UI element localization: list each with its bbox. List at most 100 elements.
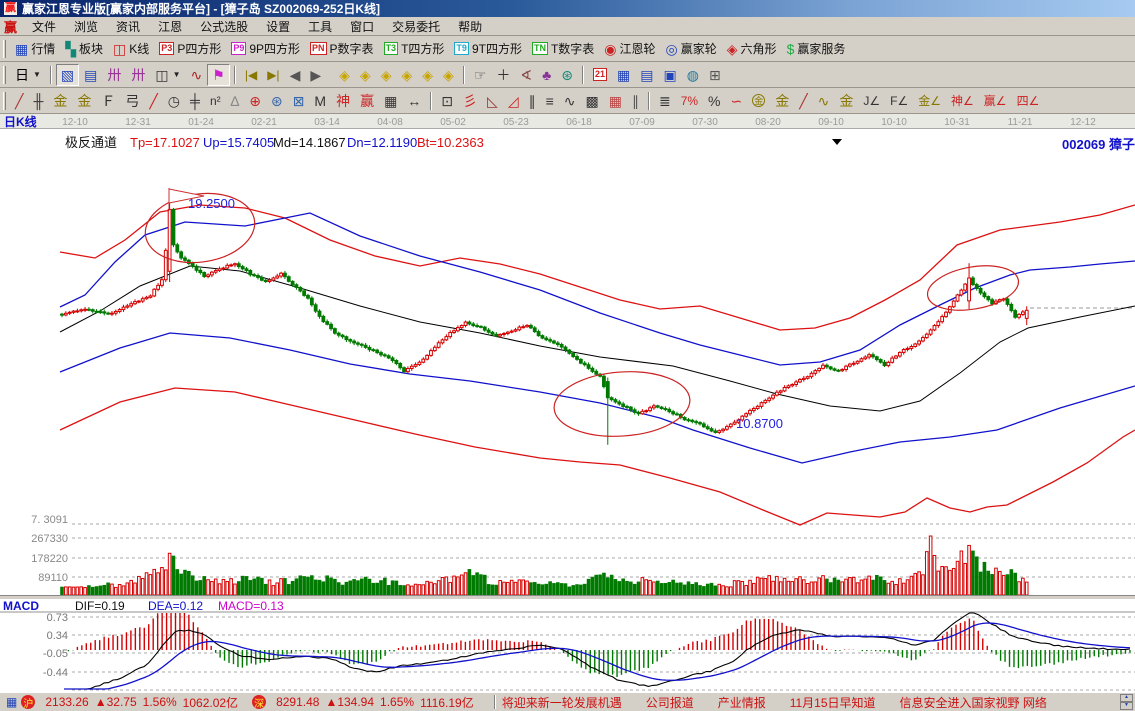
crosshair-tool[interactable]: ＋ [491, 64, 515, 86]
quote-board-icon[interactable]: ▤ [79, 64, 102, 86]
wave-icon[interactable]: ∿ [186, 64, 208, 86]
gold-lines[interactable]: 金 [770, 90, 794, 112]
shen-grid[interactable]: 神 [331, 90, 355, 112]
first-page-button[interactable]: |◀ [240, 64, 262, 86]
draw-pen[interactable]: ╱ [10, 90, 28, 112]
period-button[interactable]: 日▼ [10, 64, 46, 86]
t9-square-button[interactable]: T99T四方形 [449, 38, 527, 60]
report-button[interactable]: ▤ [635, 64, 658, 86]
ruler-grid[interactable]: ╫ [28, 90, 48, 112]
kline-button[interactable]: ◫K线 [108, 38, 154, 60]
gann-diamond-2[interactable]: ◈ [355, 64, 376, 86]
bars9-icon[interactable]: 卅 [126, 64, 150, 86]
cycle-tool[interactable]: ♣ [537, 64, 556, 86]
bars3-icon[interactable]: 卅 [102, 64, 126, 86]
gann-wheel-button[interactable]: ◉江恩轮 [599, 38, 660, 60]
target-circle[interactable]: ⊕ [244, 90, 266, 112]
abacus-grid[interactable]: ▦ [379, 90, 402, 112]
parallel-lines[interactable]: ∥ [627, 90, 644, 112]
three-lines[interactable]: ≡ [541, 90, 559, 112]
menu-item-5[interactable]: 公式选股 [191, 17, 257, 36]
export-button[interactable]: ◍ [682, 64, 704, 86]
fractal-tool[interactable]: ⊛ [556, 64, 578, 86]
hist-tool[interactable]: ≣ [654, 90, 676, 112]
n2-ruler[interactable]: n² [205, 90, 226, 112]
menu-item-3[interactable]: 资讯 [107, 17, 149, 36]
hexagon-button[interactable]: ◈六角形 [722, 38, 782, 60]
print-button[interactable]: ⊞ [704, 64, 726, 86]
j-angle[interactable]: J∠ [858, 90, 885, 112]
pct-line-tool[interactable]: ∽ [726, 90, 748, 112]
p-square-button[interactable]: P3P四方形 [154, 38, 226, 60]
four-angle[interactable]: 四∠ [1012, 90, 1045, 112]
menu-item-4[interactable]: 江恩 [149, 17, 191, 36]
time-circle[interactable]: ◷ [163, 90, 185, 112]
fan-box-red[interactable]: ◿ [503, 90, 524, 112]
gold-circle[interactable]: 金 [747, 90, 770, 112]
news-ticker[interactable]: 将迎来新一轮发展机遇 公司报道 产业情报 11月15日早知道 信息安全进入国家视… [502, 694, 1118, 711]
pen-bars[interactable]: ╱ [794, 90, 812, 112]
pct-tool[interactable]: % [703, 90, 725, 112]
next-bar-button[interactable]: ▶ [305, 64, 326, 86]
angle-ruler[interactable]: ∆ [226, 90, 245, 112]
candle-style-icon[interactable]: ◫▼ [150, 64, 185, 86]
winner-wheel-button[interactable]: ◎赢家轮 [661, 38, 722, 60]
chart-window-icon[interactable]: ▧ [56, 64, 79, 86]
toolbar-grip[interactable] [3, 40, 6, 58]
toolbar-grip[interactable] [3, 92, 6, 110]
sectors-button[interactable]: ▚板块 [60, 38, 108, 60]
fan-lines[interactable]: 彡 [458, 90, 482, 112]
t-square-button[interactable]: T3T四方形 [379, 38, 450, 60]
slash-lines[interactable]: ∥ [524, 90, 541, 112]
menu-item-6[interactable]: 设置 [257, 17, 299, 36]
fine-ruler[interactable]: ╪ [185, 90, 205, 112]
menu-item-2[interactable]: 浏览 [65, 17, 107, 36]
gold-level[interactable]: 金 [834, 90, 858, 112]
win-grid[interactable]: 赢 [355, 90, 379, 112]
gann-diamond-1[interactable]: ◈ [334, 64, 355, 86]
star-web[interactable]: ⊛ [266, 90, 288, 112]
flag-icon[interactable]: ⚑ [207, 64, 230, 86]
box-tool[interactable]: ⊡ [436, 90, 458, 112]
chart-area[interactable]: 12-1012-3101-2402-2103-1404-0805-0205-23… [0, 114, 1135, 692]
menu-item-8[interactable]: 窗口 [341, 17, 383, 36]
f-angle[interactable]: F∠ [885, 90, 913, 112]
prev-bar-button[interactable]: ◀ [285, 64, 306, 86]
calendar-button[interactable]: 21 [588, 64, 612, 86]
menu-item-7[interactable]: 工具 [299, 17, 341, 36]
winner-service-button[interactable]: $赢家服务 [782, 38, 851, 60]
gold-ratio-ruler-1[interactable]: 金 [48, 90, 72, 112]
ticker-spinner[interactable]: ▲▼ [1120, 694, 1133, 710]
wave-gold[interactable]: ∿ [813, 90, 835, 112]
menu-item-1[interactable]: 文件 [23, 17, 65, 36]
zigzag[interactable]: ∿ [559, 90, 581, 112]
t-number-table-button[interactable]: TNT数字表 [527, 38, 599, 60]
save-button[interactable]: ▣ [659, 64, 682, 86]
span-arrows[interactable]: ↔ [402, 90, 426, 112]
gann-diamond-5[interactable]: ◈ [417, 64, 438, 86]
calculator-button[interactable]: ▦ [612, 64, 635, 86]
web-box[interactable]: ⊠ [288, 90, 310, 112]
win-angle[interactable]: 赢∠ [979, 90, 1012, 112]
toolbar-grip[interactable] [3, 66, 6, 84]
last-page-button[interactable]: ▶| [262, 64, 284, 86]
bow-ruler[interactable]: 弓 [120, 90, 144, 112]
gann-diamond-3[interactable]: ◈ [376, 64, 397, 86]
gold-angle[interactable]: 金∠ [913, 90, 946, 112]
hand-tool[interactable]: ☞ [469, 64, 492, 86]
fibonacci-ruler[interactable]: Ｆ [96, 90, 120, 112]
red-pen[interactable]: ╱ [144, 90, 162, 112]
menu-item-9[interactable]: 交易委托 [383, 17, 449, 36]
fan-box[interactable]: ◺ [482, 90, 503, 112]
p9-square-button[interactable]: P99P四方形 [226, 38, 305, 60]
sh-index[interactable]: 沪2133.26▲32.751.56%1062.02亿 [21, 694, 238, 711]
shen-angle[interactable]: 神∠ [946, 90, 979, 112]
pct7-tool[interactable]: 7% [676, 90, 703, 112]
gann-diamond-4[interactable]: ◈ [396, 64, 417, 86]
m-wave[interactable]: M [309, 90, 331, 112]
menu-item-10[interactable]: 帮助 [449, 17, 491, 36]
market-quotes-button[interactable]: ▦行情 [10, 38, 60, 60]
sz-index[interactable]: 深8291.48▲134.941.65%1116.19亿 [252, 694, 474, 711]
gold-ratio-ruler-2[interactable]: 金 [72, 90, 96, 112]
grid-red[interactable]: ▦ [604, 90, 627, 112]
